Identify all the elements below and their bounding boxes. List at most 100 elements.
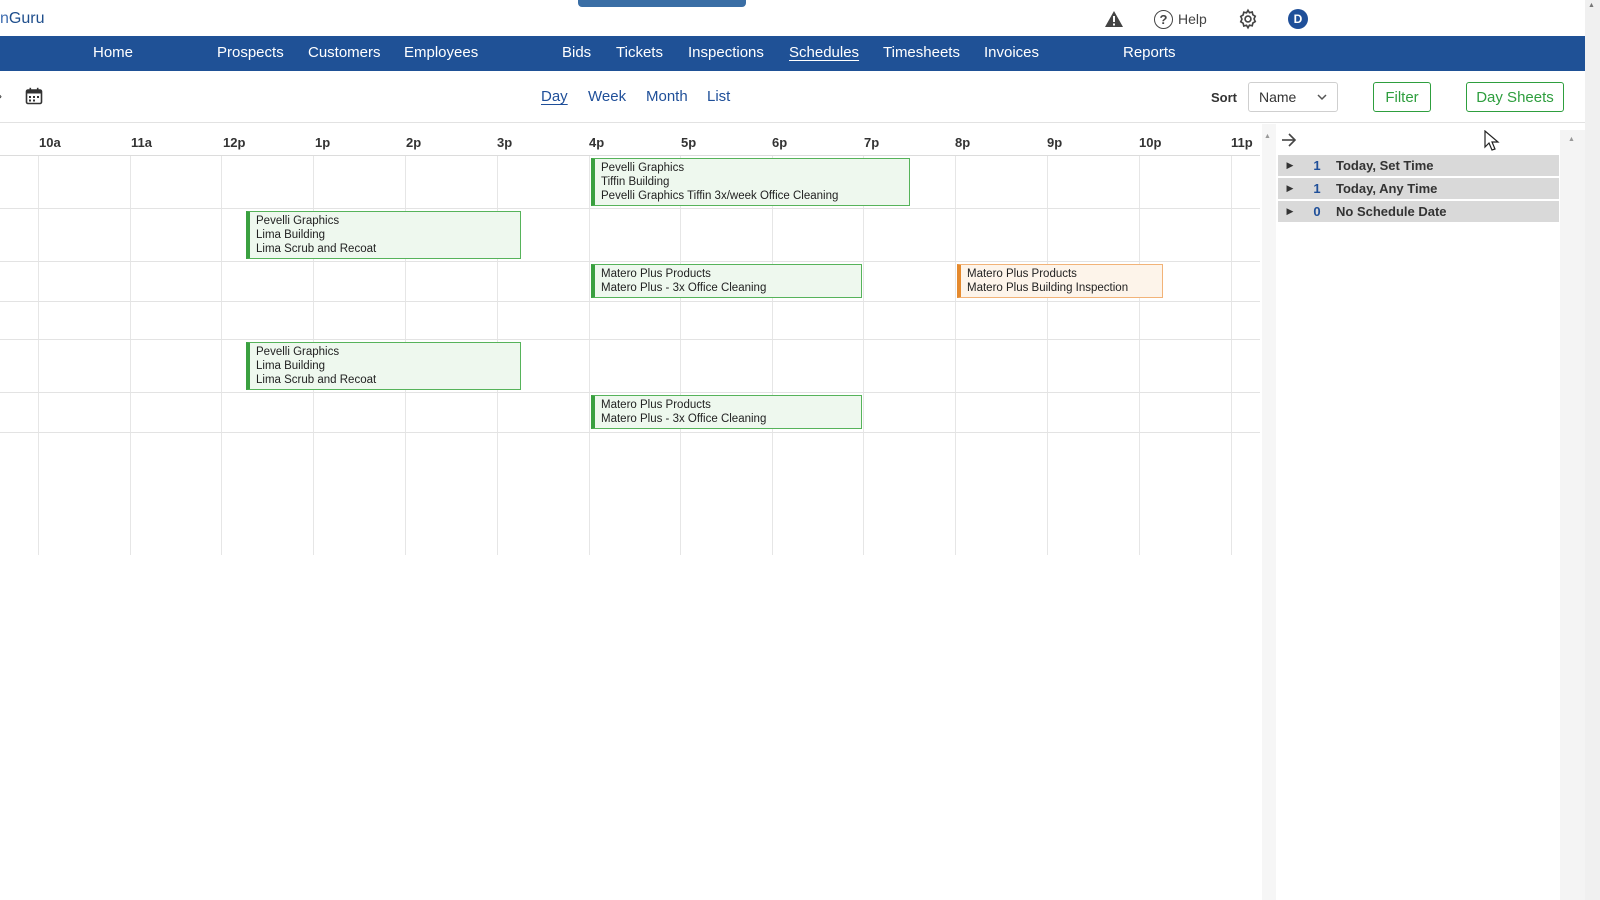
group-label: No Schedule Date [1336,204,1447,219]
unscheduled-panel: ▶ 1 Today, Set Time ▶ 1 Today, Any Time … [1278,155,1559,224]
main-nav: Home Prospects Customers Employees Bids … [0,36,1585,71]
group-today-set-time[interactable]: ▶ 1 Today, Set Time [1278,155,1559,176]
grid-line [1047,156,1048,555]
mouse-cursor-icon [1484,130,1500,151]
nav-timesheets[interactable]: Timesheets [883,44,960,61]
caret-right-icon: ▶ [1286,183,1294,193]
nav-customers[interactable]: Customers [308,44,381,61]
inspection-event[interactable]: Matero Plus Products Matero Plus Buildin… [957,264,1163,298]
help-button[interactable]: ? Help [1154,8,1207,30]
view-tab-week[interactable]: Week [588,88,626,105]
event-description: Lima Scrub and Recoat [256,243,377,255]
hour-label: 7p [864,135,880,150]
page-scrollbar[interactable]: ▲ [1585,0,1600,900]
event-customer: Pevelli Graphics [256,215,340,227]
hour-label: 2p [406,135,422,150]
schedule-event[interactable]: Pevelli Graphics Lima Building Lima Scru… [246,342,521,390]
view-tab-month[interactable]: Month [646,88,688,105]
top-bar: nGuru ? Help D [0,0,1600,36]
nav-inspections[interactable]: Inspections [688,44,764,61]
hour-label: 6p [772,135,788,150]
schedule-event[interactable]: Matero Plus Products Matero Plus - 3x Of… [591,264,862,298]
row-line [0,339,1260,340]
help-icon: ? [1154,9,1173,29]
event-location: Lima Building [256,360,326,372]
event-customer: Pevelli Graphics [601,162,685,174]
event-description: Matero Plus - 3x Office Cleaning [601,282,767,294]
scroll-up-arrow-icon[interactable]: ▲ [1568,136,1575,143]
app-logo[interactable]: nGuru [0,10,44,28]
grid-line [221,156,222,555]
event-description: Matero Plus Building Inspection [967,282,1129,294]
sort-select-value: Name [1259,89,1297,105]
hour-label: 4p [589,135,605,150]
chevron-right-icon[interactable]: › [0,89,2,103]
schedule-toolbar: › Day Week Month List Sort Name Filter D… [0,71,1585,123]
sort-label: Sort [1211,90,1237,105]
group-label: Today, Any Time [1336,181,1438,196]
nav-tickets[interactable]: Tickets [616,44,663,61]
caret-right-icon: ▶ [1286,160,1294,170]
scroll-up-arrow-icon[interactable]: ▲ [1264,133,1271,140]
nav-reports[interactable]: Reports [1123,44,1176,61]
grid-line [863,156,864,555]
event-customer: Matero Plus Products [967,268,1077,280]
group-count: 1 [1313,158,1321,173]
view-tab-day[interactable]: Day [541,88,568,105]
row-line [0,208,1260,209]
nav-invoices[interactable]: Invoices [984,44,1039,61]
hour-label: 11a [131,135,152,150]
hour-label: 12p [223,135,246,150]
gear-icon[interactable] [1237,8,1259,30]
row-line [0,392,1260,393]
event-description: Pevelli Graphics Tiffin 3x/week Office C… [601,190,839,202]
timeline-header-divider [0,155,1260,156]
calendar-icon[interactable] [25,87,43,105]
scroll-up-arrow-icon[interactable]: ▲ [1588,2,1595,9]
grid-line [772,156,773,555]
row-line [0,432,1260,433]
hour-label: 8p [955,135,971,150]
hour-label: 9p [1047,135,1063,150]
chevron-down-icon [1317,93,1327,100]
hour-label: 10p [1139,135,1162,150]
day-sheets-button[interactable]: Day Sheets [1466,82,1564,112]
schedule-event[interactable]: Pevelli Graphics Tiffin Building Pevelli… [591,158,910,206]
view-tab-list[interactable]: List [707,88,730,105]
filter-button[interactable]: Filter [1373,82,1431,112]
schedule-event[interactable]: Pevelli Graphics Lima Building Lima Scru… [246,211,521,259]
day-timeline[interactable]: 10a 11a 12p 1p 2p 3p 4p 5p 6p 7p 8p 9p 1… [0,124,1276,900]
hour-label: 3p [497,135,513,150]
schedule-event[interactable]: Matero Plus Products Matero Plus - 3x Of… [591,395,862,429]
event-customer: Matero Plus Products [601,268,711,280]
grid-line [130,156,131,555]
nav-schedules[interactable]: Schedules [789,44,859,61]
nav-bids[interactable]: Bids [562,44,591,61]
side-panel-scrollbar[interactable]: ▲ [1560,130,1585,900]
event-location: Lima Building [256,229,326,241]
event-customer: Pevelli Graphics [256,346,340,358]
warning-icon[interactable] [1103,8,1125,30]
group-count: 0 [1313,204,1321,219]
top-drop-tab[interactable] [578,0,746,7]
group-count: 1 [1313,181,1321,196]
nav-employees[interactable]: Employees [404,44,478,61]
group-today-any-time[interactable]: ▶ 1 Today, Any Time [1278,178,1559,199]
event-description: Lima Scrub and Recoat [256,374,377,386]
grid-line [38,156,39,555]
caret-right-icon: ▶ [1286,206,1294,216]
event-description: Matero Plus - 3x Office Cleaning [601,413,767,425]
arrow-right-icon[interactable] [1280,131,1298,149]
sort-select[interactable]: Name [1248,82,1338,112]
nav-prospects[interactable]: Prospects [217,44,284,61]
nav-home[interactable]: Home [93,44,133,61]
timeline-scroll-gutter[interactable] [1262,124,1276,900]
hour-label: 11p [1231,135,1253,150]
hour-label: 5p [681,135,697,150]
row-line [0,301,1260,302]
group-no-schedule-date[interactable]: ▶ 0 No Schedule Date [1278,201,1559,222]
row-line [0,261,1260,262]
user-avatar[interactable]: D [1288,9,1308,29]
grid-line [589,156,590,555]
grid-line [1139,156,1140,555]
